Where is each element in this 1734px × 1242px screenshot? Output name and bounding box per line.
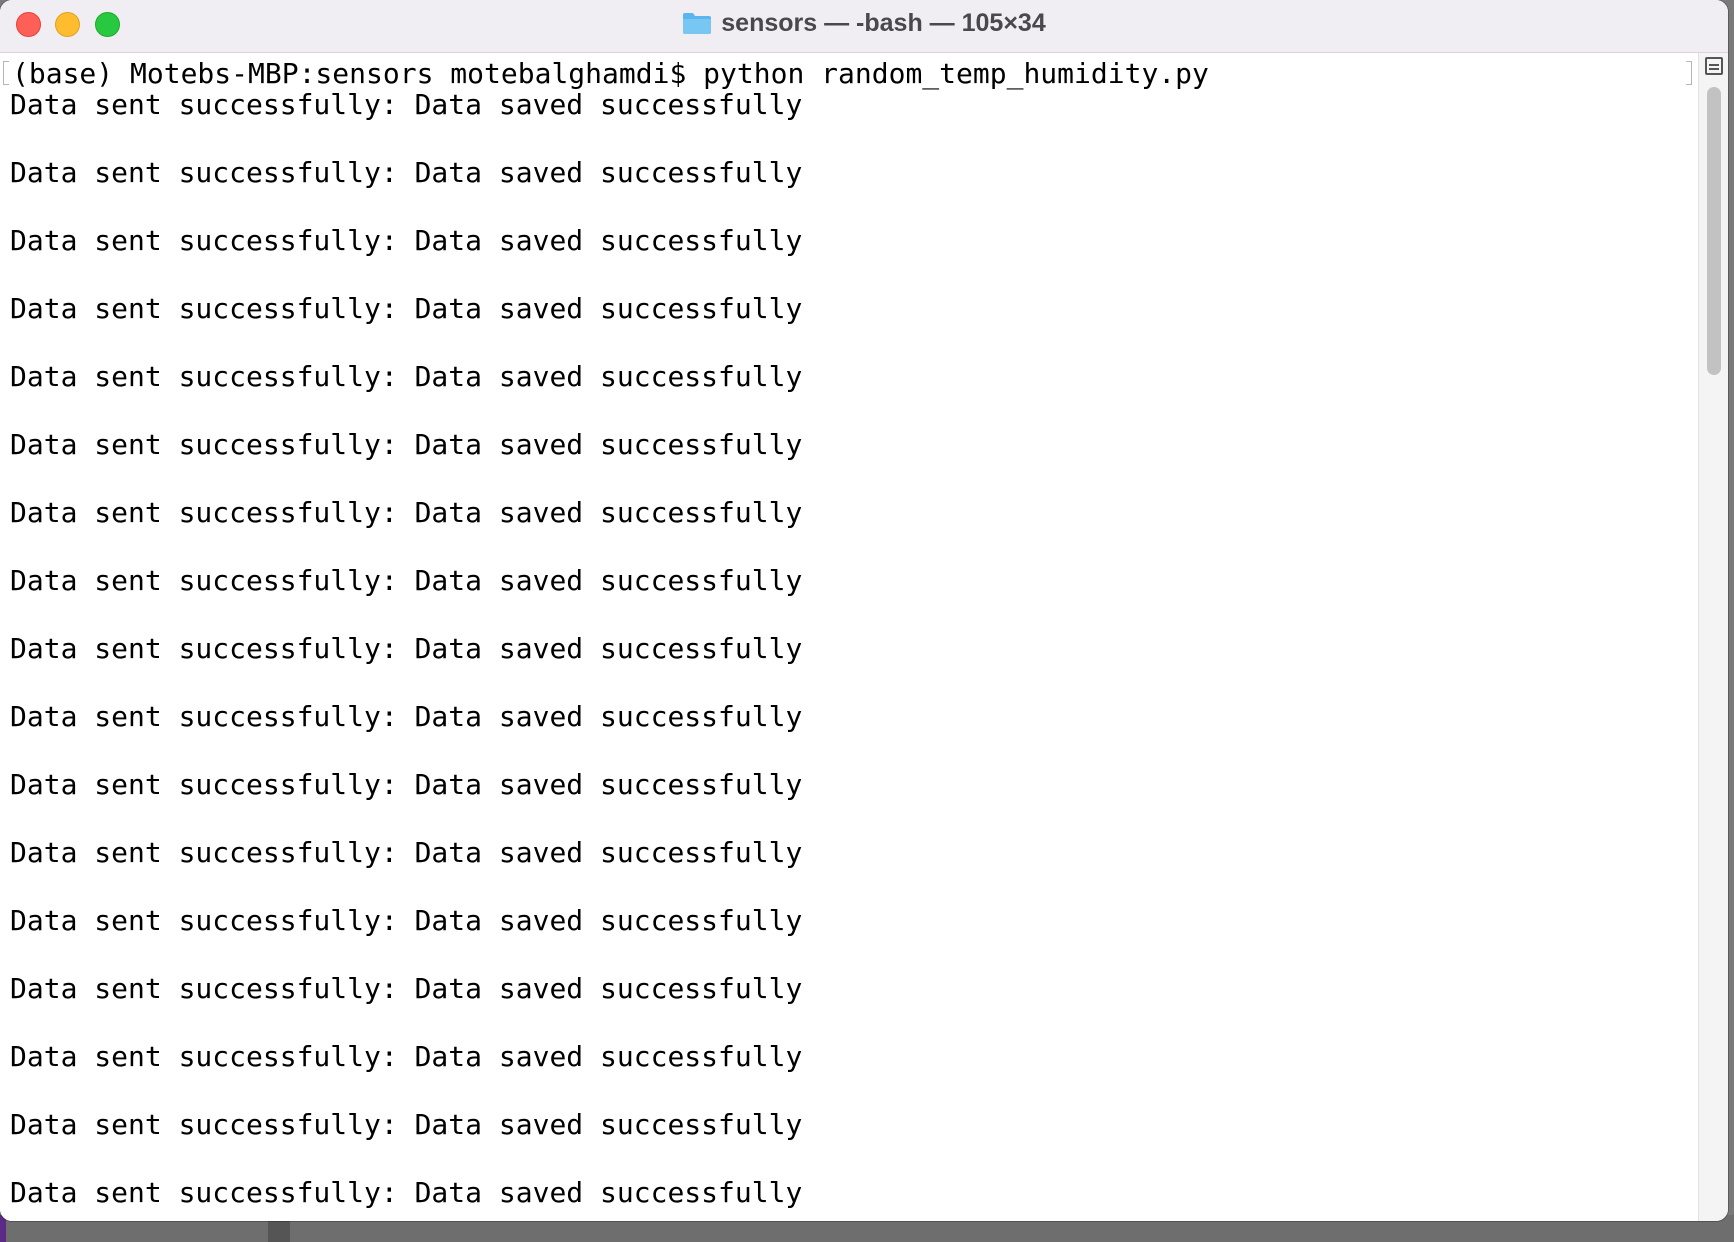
output-line: Data sent successfully: Data saved succe… [10, 836, 803, 869]
window-title: sensors — -bash — 105×34 [721, 8, 1046, 37]
terminal-output-area[interactable]: (base) Motebs-MBP:sensors motebalghamdi$… [0, 53, 1698, 1221]
output-line: Data sent successfully: Data saved succe… [10, 904, 803, 937]
output-line: Data sent successfully: Data saved succe… [10, 1176, 803, 1209]
output-line: Data sent successfully: Data saved succe… [10, 700, 803, 733]
window-title-group: sensors — -bash — 105×34 [0, 0, 1728, 46]
output-line: Data sent successfully: Data saved succe… [10, 768, 803, 801]
prompt-mark-right [1686, 61, 1692, 85]
output-line: Data sent successfully: Data saved succe… [10, 564, 803, 597]
title-bar[interactable]: sensors — -bash — 105×34 [0, 0, 1728, 53]
output-line: Data sent successfully: Data saved succe… [10, 1108, 803, 1141]
output-line: Data sent successfully: Data saved succe… [10, 428, 803, 461]
split-pane-icon[interactable] [1705, 57, 1723, 75]
output-line: Data sent successfully: Data saved succe… [10, 156, 803, 189]
output-line: Data sent successfully: Data saved succe… [10, 292, 803, 325]
folder-icon [682, 11, 712, 35]
terminal-window: sensors — -bash — 105×34 (base) Motebs-M… [0, 0, 1728, 1221]
output-line: Data sent successfully: Data saved succe… [10, 360, 803, 393]
output-line: Data sent successfully: Data saved succe… [10, 496, 803, 529]
vertical-scrollbar[interactable] [1698, 53, 1728, 1221]
command-prompt-line: (base) Motebs-MBP:sensors motebalghamdi$… [12, 57, 1209, 90]
output-line: Data sent successfully: Data saved succe… [10, 88, 803, 121]
scrollbar-thumb[interactable] [1707, 87, 1721, 375]
prompt-mark-left [3, 61, 9, 85]
output-line: Data sent successfully: Data saved succe… [10, 632, 803, 665]
output-line: Data sent successfully: Data saved succe… [10, 972, 803, 1005]
output-line: Data sent successfully: Data saved succe… [10, 224, 803, 257]
output-line: Data sent successfully: Data saved succe… [10, 1040, 803, 1073]
